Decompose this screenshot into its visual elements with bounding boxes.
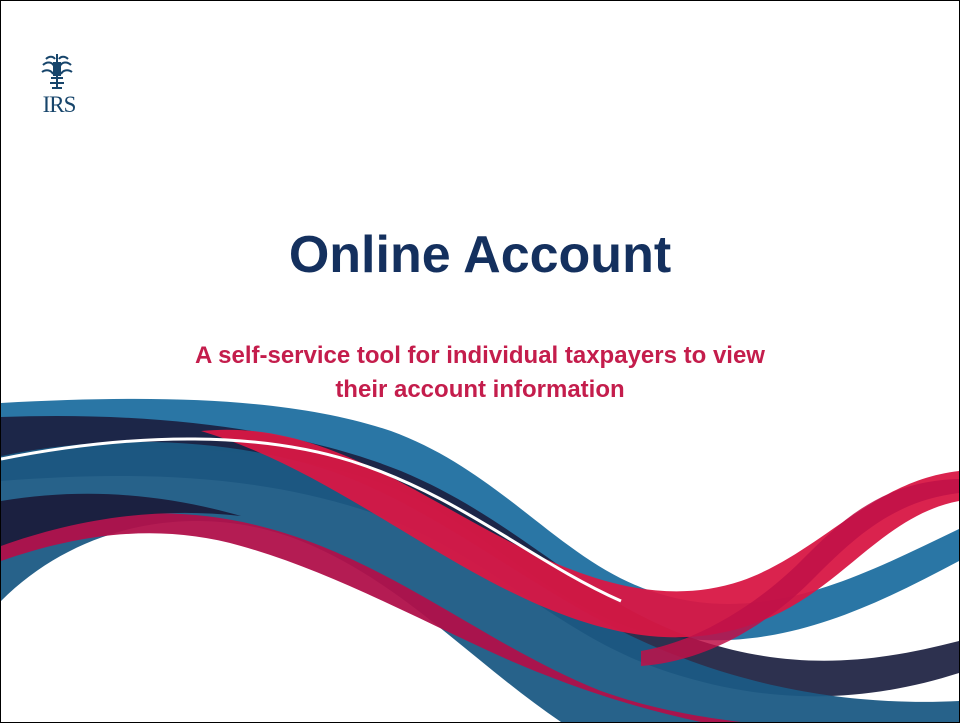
wave-white-stroke — [1, 437, 622, 603]
wave-band-teal — [1, 441, 959, 722]
irs-logo-text: IRS — [42, 92, 77, 117]
subtitle-line-2: their account information — [335, 376, 625, 403]
slide-subtitle: A self-service tool for individual taxpa… — [61, 339, 899, 407]
wave-band-right-cross — [641, 479, 959, 666]
slide: IRS Online Account A self-service tool f… — [0, 0, 960, 723]
wave-band-light-blue — [1, 398, 959, 641]
wave-band-navy — [1, 415, 959, 697]
subtitle-line-1: A self-service tool for individual taxpa… — [195, 342, 765, 369]
irs-logo: IRS — [35, 51, 81, 123]
slide-title: Online Account — [288, 226, 672, 284]
irs-eagle-logo-icon — [41, 54, 73, 89]
wave-band-crimson — [1, 513, 741, 722]
wave-band-left-dark — [1, 493, 241, 546]
wave-band-red — [201, 429, 959, 638]
